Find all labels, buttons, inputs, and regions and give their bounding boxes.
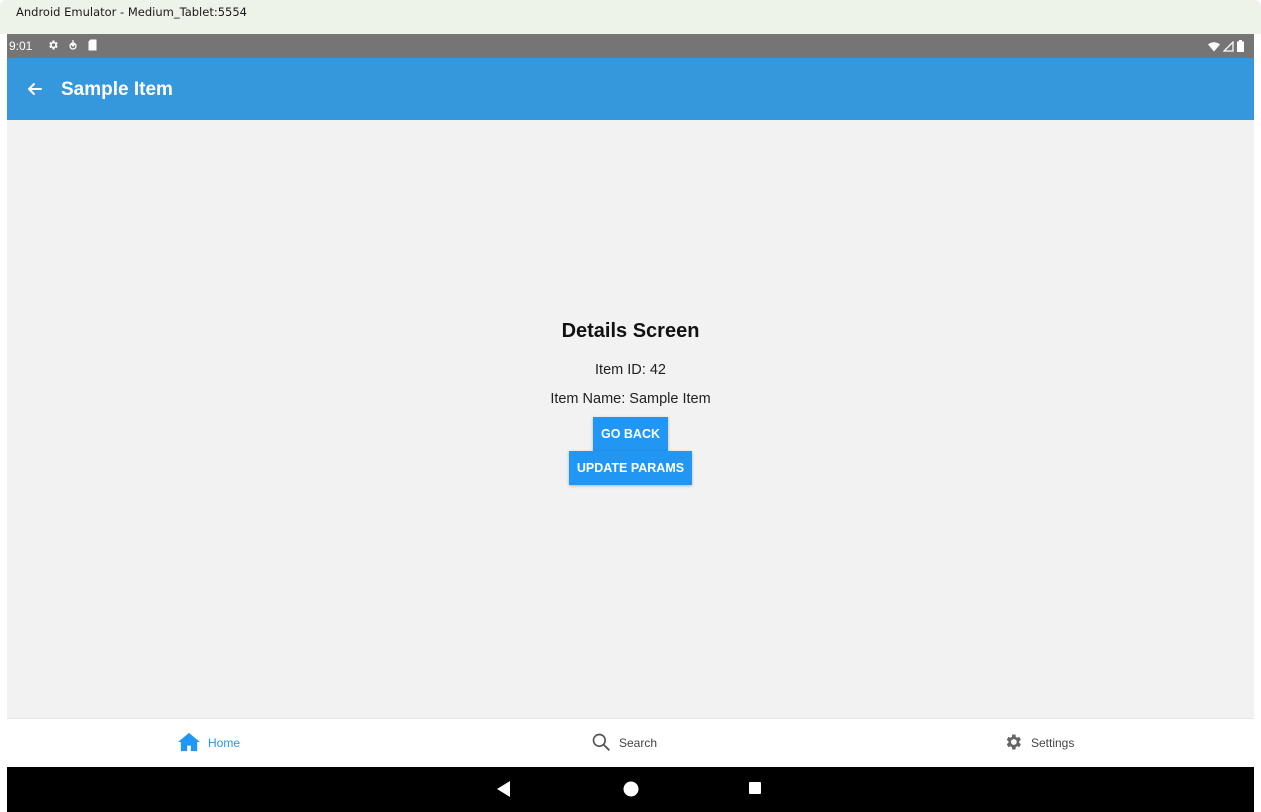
bottom-navigation: Home Search Settings [7,718,1254,767]
wifi-icon [1208,39,1220,57]
signal-icon [1222,39,1234,57]
back-triangle-icon[interactable] [497,781,511,802]
details-heading: Details Screen [561,320,700,342]
system-navigation-bar [7,767,1254,812]
status-left-icons [47,38,98,56]
download-icon [67,38,79,56]
go-back-button[interactable]: GO BACK [592,417,669,451]
home-circle-icon[interactable] [623,781,639,802]
nav-label-settings: Settings [1031,736,1075,750]
nav-item-search[interactable]: Search [591,719,657,767]
details-content: Details Screen Item ID: 42 Item Name: Sa… [7,120,1254,718]
gear-icon [1003,732,1023,755]
app-bar: Sample Item [7,58,1254,120]
arrow-left-icon[interactable] [21,75,49,103]
sd-card-icon [87,38,98,56]
battery-icon [1237,39,1244,57]
nav-label-search: Search [619,736,658,750]
device-screen: 9:01 Sample Item Details Screen Item ID:… [7,34,1254,812]
recents-square-icon[interactable] [749,782,761,794]
search-icon [591,732,611,755]
nav-item-settings[interactable]: Settings [1003,719,1074,767]
home-icon [178,732,200,755]
nav-label-home: Home [208,736,241,750]
status-right-icons [1208,39,1244,57]
update-params-button[interactable]: UPDATE PARAMS [568,451,693,485]
item-name-text: Item Name: Sample Item [550,391,711,407]
status-bar: 9:01 [7,34,1254,58]
status-time: 9:01 [9,39,33,53]
emulator-window-title: Android Emulator - Medium_Tablet:5554 [0,0,1261,34]
page-title: Sample Item [61,79,173,100]
details-column: Details Screen Item ID: 42 Item Name: Sa… [7,320,1254,485]
item-id-text: Item ID: 42 [595,362,666,378]
nav-item-home[interactable]: Home [178,719,240,767]
gear-icon [47,38,59,56]
